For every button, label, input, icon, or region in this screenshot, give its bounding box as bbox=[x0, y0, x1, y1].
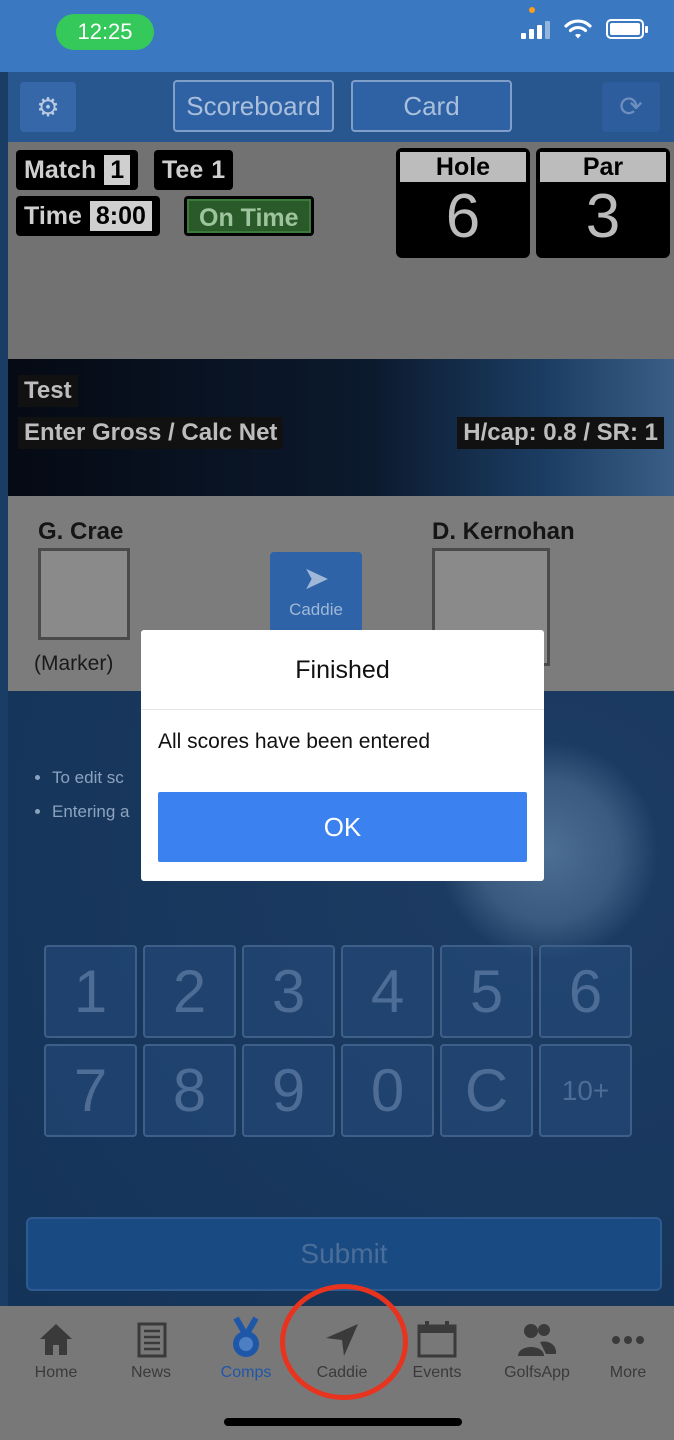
wifi-icon bbox=[564, 19, 592, 39]
scoreboard-button[interactable]: Scoreboard bbox=[173, 80, 334, 132]
medal-icon bbox=[206, 1314, 286, 1364]
key-0[interactable]: 0 bbox=[341, 1044, 434, 1137]
tab-comps[interactable]: Comps bbox=[206, 1314, 286, 1382]
player-right-name: D. Kernohan bbox=[432, 518, 575, 545]
tab-home[interactable]: Home bbox=[16, 1314, 96, 1382]
key-2[interactable]: 2 bbox=[143, 945, 236, 1038]
hole-label: Hole bbox=[400, 152, 526, 182]
status-icons bbox=[521, 7, 648, 40]
gear-icon: ⚙ bbox=[36, 92, 60, 122]
par-number: 3 bbox=[585, 182, 621, 251]
tab-more[interactable]: More bbox=[588, 1314, 668, 1382]
hint-item: Entering a bbox=[52, 795, 130, 829]
par-label: Par bbox=[540, 152, 666, 182]
competition-name: Test bbox=[18, 375, 78, 407]
dialog-ok-button[interactable]: OK bbox=[158, 792, 527, 862]
calendar-icon bbox=[397, 1314, 477, 1364]
score-keypad: 1 2 3 4 5 6 7 8 9 0 C 10+ bbox=[44, 945, 632, 1137]
match-label: Match bbox=[24, 155, 97, 184]
hole-number: 6 bbox=[445, 182, 481, 251]
more-dots-icon bbox=[588, 1314, 668, 1364]
hint-item: To edit sc bbox=[52, 761, 130, 795]
key-4[interactable]: 4 bbox=[341, 945, 434, 1038]
time-value: 8:00 bbox=[89, 201, 152, 231]
key-9[interactable]: 9 bbox=[242, 1044, 335, 1137]
tab-events[interactable]: Events bbox=[397, 1314, 477, 1382]
key-3[interactable]: 3 bbox=[242, 945, 335, 1038]
status-time: 12:25 bbox=[56, 14, 154, 50]
battery-icon bbox=[606, 19, 648, 39]
status-bar: 12:25 bbox=[0, 0, 674, 72]
tee-chip: Tee 1 bbox=[154, 150, 234, 190]
hint-list: To edit sc Entering a bbox=[32, 761, 130, 829]
tab-home-label: Home bbox=[34, 1364, 78, 1381]
tee-label: Tee bbox=[162, 155, 204, 184]
home-icon bbox=[16, 1314, 96, 1364]
key-7[interactable]: 7 bbox=[44, 1044, 137, 1137]
highlight-circle bbox=[280, 1284, 408, 1400]
navigation-arrow-icon: ➤ bbox=[302, 560, 330, 596]
key-clear[interactable]: C bbox=[440, 1044, 533, 1137]
time-chip: Time 8:00 bbox=[16, 196, 160, 236]
match-info-panel: Match 1 Tee 1 Time 8:00 On Time Hole 6 P… bbox=[8, 142, 674, 359]
refresh-icon: ⟳ bbox=[619, 91, 643, 122]
match-chip: Match 1 bbox=[16, 150, 139, 190]
match-value: 1 bbox=[104, 155, 131, 185]
player-left-role: (Marker) bbox=[34, 652, 114, 675]
handicap-info: H/cap: 0.8 / SR: 1 bbox=[457, 417, 664, 449]
settings-button[interactable]: ⚙ bbox=[20, 82, 76, 132]
key-8[interactable]: 8 bbox=[143, 1044, 236, 1137]
people-icon bbox=[492, 1314, 582, 1364]
tab-golfsapp-label: GolfsApp bbox=[504, 1364, 570, 1381]
dialog-title: Finished bbox=[141, 630, 544, 710]
finished-dialog: Finished All scores have been entered OK bbox=[141, 630, 544, 881]
tab-comps-label: Comps bbox=[220, 1364, 272, 1381]
on-time-status: On Time bbox=[184, 196, 314, 236]
toolbar: ⚙ Scoreboard Card ⟳ bbox=[8, 72, 674, 142]
submit-button[interactable]: Submit bbox=[26, 1217, 662, 1291]
tee-value: 1 bbox=[211, 155, 226, 185]
player-left-score[interactable] bbox=[38, 548, 130, 640]
key-6[interactable]: 6 bbox=[539, 945, 632, 1038]
home-indicator[interactable] bbox=[224, 1418, 462, 1426]
key-5[interactable]: 5 bbox=[440, 945, 533, 1038]
on-time-label: On Time bbox=[187, 199, 311, 233]
key-10-plus[interactable]: 10+ bbox=[539, 1044, 632, 1137]
key-1[interactable]: 1 bbox=[44, 945, 137, 1038]
player-left-name: G. Crae bbox=[38, 518, 124, 545]
cellular-signal-icon bbox=[521, 7, 550, 39]
news-icon bbox=[111, 1314, 191, 1364]
time-label: Time bbox=[24, 201, 82, 230]
refresh-button[interactable]: ⟳ bbox=[602, 82, 660, 132]
tab-events-label: Events bbox=[412, 1364, 462, 1381]
tab-golfsapp[interactable]: GolfsApp bbox=[492, 1314, 582, 1382]
dialog-message: All scores have been entered bbox=[158, 730, 431, 753]
tab-news[interactable]: News bbox=[111, 1314, 191, 1382]
caddie-button[interactable]: ➤ Caddie bbox=[270, 552, 362, 634]
tab-more-label: More bbox=[609, 1364, 647, 1381]
scoring-mode: Enter Gross / Calc Net bbox=[18, 417, 284, 449]
competition-banner: Test Enter Gross / Calc Net H/cap: 0.8 /… bbox=[8, 359, 674, 496]
card-button[interactable]: Card bbox=[351, 80, 512, 132]
tab-news-label: News bbox=[130, 1364, 171, 1381]
caddie-button-label: Caddie bbox=[289, 600, 343, 619]
par-box: Par 3 bbox=[536, 148, 670, 258]
hole-box: Hole 6 bbox=[396, 148, 530, 258]
